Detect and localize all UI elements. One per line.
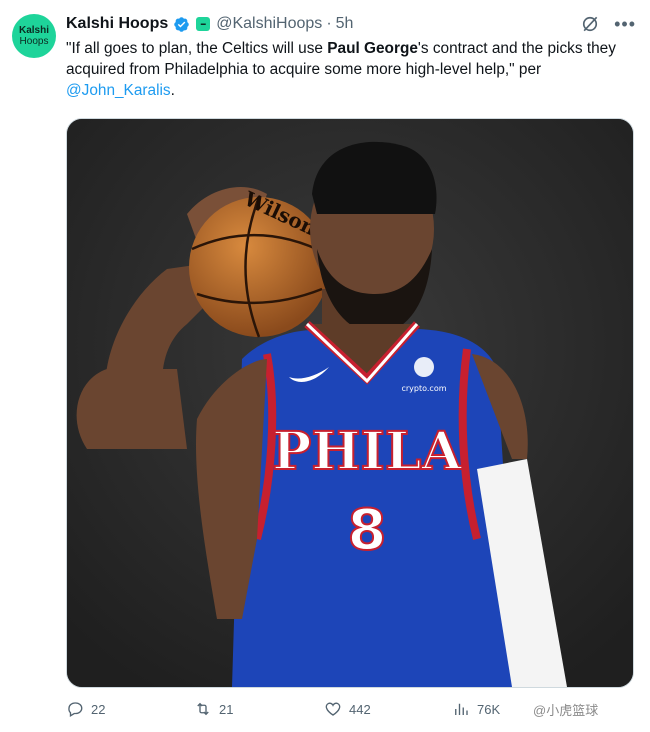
reply-count: 22 <box>91 701 106 717</box>
verified-badge-icon[interactable] <box>173 16 190 33</box>
tweet-bold-name: Paul George <box>327 40 418 57</box>
reply-button[interactable]: 22 <box>66 700 105 718</box>
sponsor-text: crypto.com <box>401 384 446 393</box>
retweet-button[interactable]: 21 <box>194 700 233 718</box>
timestamp[interactable]: 5h <box>336 15 354 33</box>
retweet-count: 21 <box>219 701 234 717</box>
handle[interactable]: @KalshiHoops <box>216 15 322 33</box>
more-icon[interactable]: ••• <box>614 15 636 33</box>
affiliate-badge-icon[interactable]: ▬ <box>196 17 211 31</box>
player-photo-illustration: Wilson PHILA 8 crypto.com <box>67 119 633 687</box>
header-separator: · <box>326 15 332 32</box>
avatar-line2: Hoops <box>19 36 49 47</box>
views-icon <box>455 703 468 715</box>
mention-link[interactable]: @John_Karalis <box>66 82 171 99</box>
like-count: 442 <box>349 701 371 717</box>
like-button[interactable]: 442 <box>324 700 371 718</box>
avatar-line1: Kalshi <box>18 25 49 36</box>
reply-icon <box>68 702 83 717</box>
retweet-icon <box>197 702 209 716</box>
tweet-text-part: "If all goes to plan, the Celtics will u… <box>66 40 328 57</box>
display-name[interactable]: Kalshi Hoops <box>66 15 168 33</box>
views-button[interactable]: 76K <box>452 700 500 718</box>
tweet-photo[interactable]: Wilson PHILA 8 crypto.com <box>66 118 634 688</box>
watermark: @小虎篮球 <box>533 703 599 718</box>
views-count: 76K <box>477 701 501 717</box>
jersey-text: PHILA <box>272 421 462 482</box>
like-icon <box>325 702 341 716</box>
avatar[interactable]: Kalshi Hoops <box>12 14 56 58</box>
tweet-text: "If all goes to plan, the Celtics will u… <box>66 38 638 101</box>
jersey-number: 8 <box>348 498 387 563</box>
tweet-header: Kalshi Hoops ▬ @KalshiHoops · 5h ••• <box>66 12 636 36</box>
tweet-text-end: . <box>170 82 175 99</box>
grok-icon[interactable] <box>580 14 600 34</box>
